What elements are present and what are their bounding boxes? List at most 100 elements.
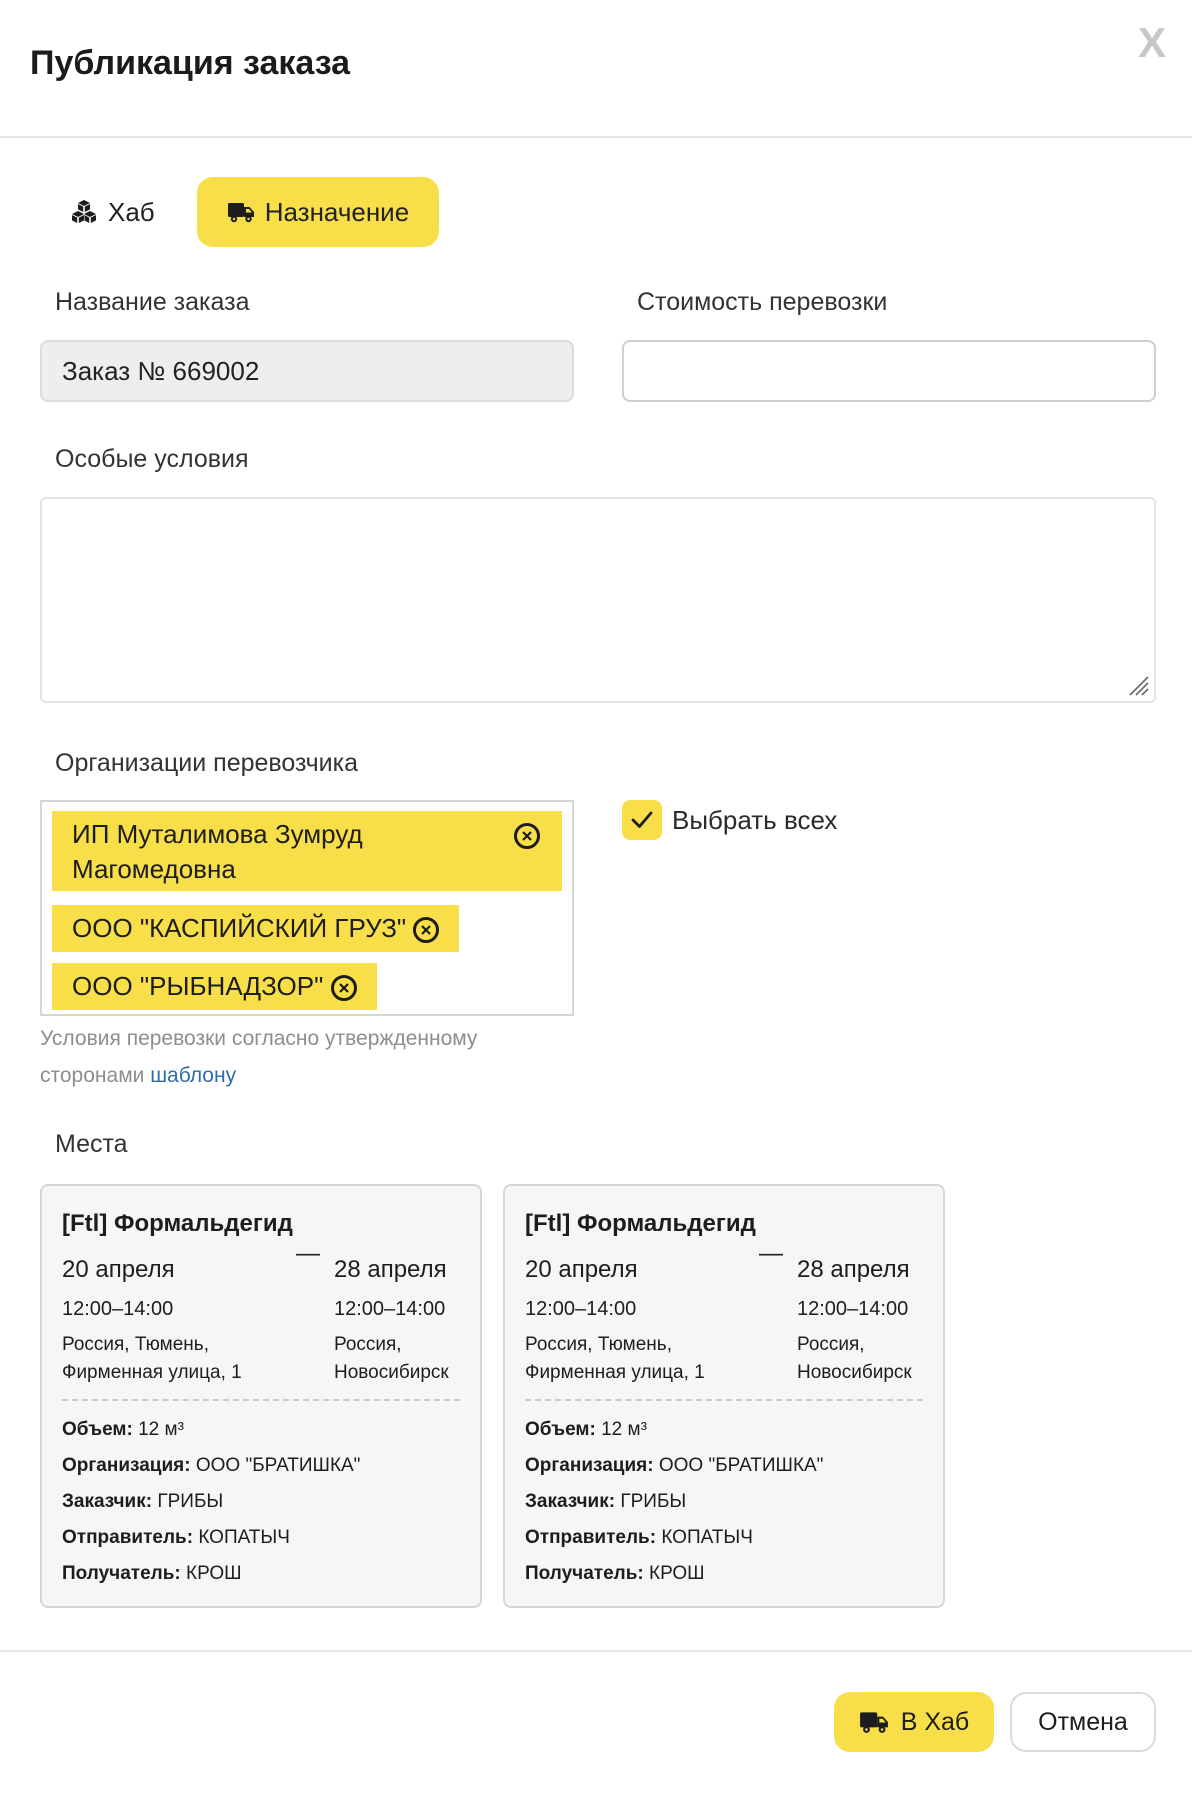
resize-handle-icon[interactable] xyxy=(1128,675,1150,697)
volume-label: Объем: xyxy=(62,1419,133,1440)
tab-hub[interactable]: Хаб xyxy=(40,177,185,247)
recipient-label: Получатель: xyxy=(62,1563,181,1584)
hint-text: Условия перевозки согласно утвержденному… xyxy=(40,1027,478,1087)
to-address-line: Новосибирск xyxy=(334,1362,449,1383)
organization-value: ООО "БРАТИШКА" xyxy=(195,1455,361,1476)
place-card: [Ftl] Формальдегид 20 апреля — 28 апреля… xyxy=(40,1184,482,1608)
cubes-icon xyxy=(72,200,96,223)
carrier-chip: ИП Муталимова Зумруд Магомедовна xyxy=(52,811,562,891)
to-date: 28 апреля xyxy=(797,1256,910,1283)
checkbox-box[interactable] xyxy=(622,800,662,840)
to-address-line: Новосибирск xyxy=(797,1362,912,1383)
publish-order-modal: Публикация заказа X Хаб Назначение Назва… xyxy=(0,0,1192,1798)
modal-header: Публикация заказа X xyxy=(0,0,1192,138)
sender-row: Отправитель: КОПАТЫЧ xyxy=(525,1527,753,1549)
organization-value: ООО "БРАТИШКА" xyxy=(658,1455,824,1476)
template-link[interactable]: шаблону xyxy=(150,1064,236,1087)
order-name-field: Заказ № 669002 xyxy=(40,340,574,402)
to-address: Россия, Новосибирск xyxy=(334,1331,449,1387)
from-time: 12:00–14:00 xyxy=(525,1298,637,1320)
from-address-line: Россия, Тюмень, xyxy=(62,1334,209,1355)
place-title: [Ftl] Формальдегид xyxy=(525,1210,756,1237)
sender-label: Отправитель: xyxy=(525,1527,657,1548)
conditions-label: Особые условия xyxy=(55,445,249,473)
dashed-divider xyxy=(525,1399,923,1401)
cancel-button[interactable]: Отмена xyxy=(1010,1692,1156,1752)
volume-row: Объем: 12 м³ xyxy=(62,1419,184,1441)
carrier-chip: ООО "КАСПИЙСКИЙ ГРУЗ" xyxy=(52,905,460,952)
customer-value: ГРИБЫ xyxy=(157,1491,224,1512)
volume-row: Объем: 12 м³ xyxy=(525,1419,647,1441)
place-title: [Ftl] Формальдегид xyxy=(62,1210,293,1237)
customer-row: Заказчик: ГРИБЫ xyxy=(525,1491,686,1513)
sender-row: Отправитель: КОПАТЫЧ xyxy=(62,1527,290,1549)
volume-value: 12 м³ xyxy=(601,1419,647,1440)
close-button[interactable]: X xyxy=(1138,22,1166,64)
from-address-line: Фирменная улица, 1 xyxy=(525,1362,705,1383)
organization-label: Организация: xyxy=(525,1455,654,1476)
recipient-value: КРОШ xyxy=(186,1563,242,1584)
volume-value: 12 м³ xyxy=(138,1419,184,1440)
recipient-row: Получатель: КРОШ xyxy=(62,1563,242,1585)
tab-assignment[interactable]: Назначение xyxy=(196,177,440,247)
carrier-chip: ООО "РЫБНАДЗОР" xyxy=(52,963,377,1010)
to-address-line: Россия, xyxy=(797,1334,865,1355)
organization-row: Организация: ООО "БРАТИШКА" xyxy=(525,1455,823,1477)
from-address-line: Фирменная улица, 1 xyxy=(62,1362,242,1383)
carriers-multiselect[interactable]: ИП Муталимова Зумруд Магомедовна ООО "КА… xyxy=(40,800,574,1016)
from-address: Россия, Тюмень, Фирменная улица, 1 xyxy=(525,1331,705,1387)
to-address: Россия, Новосибирск xyxy=(797,1331,912,1387)
recipient-row: Получатель: КРОШ xyxy=(525,1563,705,1585)
conditions-hint: Условия перевозки согласно утвержденному… xyxy=(40,1020,560,1094)
from-address-line: Россия, Тюмень, xyxy=(525,1334,672,1355)
remove-circle-icon[interactable] xyxy=(413,917,440,944)
to-hub-button[interactable]: В Хаб xyxy=(834,1692,994,1752)
customer-row: Заказчик: ГРИБЫ xyxy=(62,1491,223,1513)
truck-icon xyxy=(227,203,254,223)
carrier-chip-label: ООО "РЫБНАДЗОР" xyxy=(72,971,324,1001)
sender-label: Отправитель: xyxy=(62,1527,194,1548)
sender-value: КОПАТЫЧ xyxy=(198,1527,290,1548)
carrier-chip-label: ИП Муталимова Зумруд Магомедовна xyxy=(72,819,363,884)
date-dash: — xyxy=(296,1240,320,1267)
organization-row: Организация: ООО "БРАТИШКА" xyxy=(62,1455,360,1477)
dashed-divider xyxy=(62,1399,460,1401)
organization-label: Организация: xyxy=(62,1455,191,1476)
to-hub-label: В Хаб xyxy=(900,1707,970,1736)
select-all-label: Выбрать всех xyxy=(672,804,838,835)
to-address-line: Россия, xyxy=(334,1334,402,1355)
cost-input[interactable] xyxy=(622,340,1156,402)
modal-title: Публикация заказа xyxy=(30,44,351,82)
select-all-checkbox[interactable]: Выбрать всех xyxy=(622,800,837,840)
truck-icon xyxy=(859,1712,888,1733)
carriers-label: Организации перевозчика xyxy=(55,749,359,777)
place-card: [Ftl] Формальдегид 20 апреля — 28 апреля… xyxy=(503,1184,945,1608)
modal-footer-divider xyxy=(0,1650,1192,1652)
to-time: 12:00–14:00 xyxy=(334,1298,446,1320)
customer-label: Заказчик: xyxy=(62,1491,153,1512)
remove-circle-icon[interactable] xyxy=(514,823,540,849)
carrier-chip-label: ООО "КАСПИЙСКИЙ ГРУЗ" xyxy=(72,913,407,943)
places-label: Места xyxy=(55,1130,128,1158)
volume-label: Объем: xyxy=(525,1419,596,1440)
order-name-label: Название заказа xyxy=(55,288,250,316)
recipient-label: Получатель: xyxy=(525,1563,644,1584)
tab-assignment-label: Назначение xyxy=(264,196,410,227)
tab-hub-label: Хаб xyxy=(108,196,155,227)
check-icon xyxy=(631,811,653,828)
from-time: 12:00–14:00 xyxy=(62,1298,174,1320)
date-dash: — xyxy=(759,1240,783,1267)
remove-circle-icon[interactable] xyxy=(330,975,357,1002)
recipient-value: КРОШ xyxy=(649,1563,705,1584)
tab-bar: Хаб Назначение xyxy=(40,177,440,247)
sender-value: КОПАТЫЧ xyxy=(661,1527,753,1548)
customer-value: ГРИБЫ xyxy=(620,1491,687,1512)
cancel-label: Отмена xyxy=(1038,1707,1128,1736)
from-address: Россия, Тюмень, Фирменная улица, 1 xyxy=(62,1331,242,1387)
from-date: 20 апреля xyxy=(525,1256,638,1283)
customer-label: Заказчик: xyxy=(525,1491,616,1512)
cost-label: Стоимость перевозки xyxy=(637,288,888,316)
to-time: 12:00–14:00 xyxy=(797,1298,909,1320)
to-date: 28 апреля xyxy=(334,1256,447,1283)
conditions-textarea[interactable] xyxy=(40,497,1156,703)
